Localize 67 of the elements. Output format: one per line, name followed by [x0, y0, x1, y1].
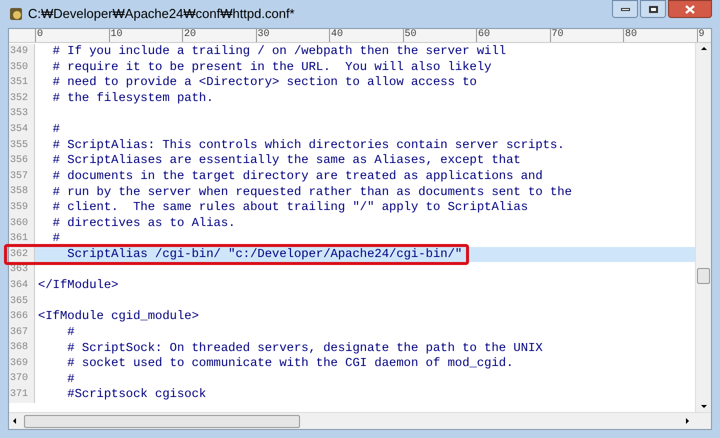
maximize-button[interactable] — [640, 0, 666, 18]
code-line: ScriptAlias /cgi-bin/ "c:/Developer/Apache24/cgi-bin/" — [66, 247, 462, 262]
code-line: # socket used to communicate with the CGI daemon of mod_cgid. — [66, 356, 514, 372]
minimize-icon — [620, 8, 630, 10]
code-line: </IfModule> — [38, 278, 118, 294]
ruler-label: 0 — [35, 29, 108, 42]
maximize-icon — [648, 6, 658, 12]
vertical-scrollbar[interactable] — [695, 43, 711, 412]
line-number: 353 — [9, 106, 35, 122]
code-line: # — [66, 372, 75, 387]
scrollbar-thumb[interactable] — [697, 268, 710, 284]
ruler-label: 50 — [402, 29, 476, 42]
code-line: # client. The same rules about trailing "/" apply to ScriptAlias — [52, 200, 528, 216]
ruler-label: 80 — [623, 29, 696, 42]
horizontal-scrollbar[interactable] — [9, 412, 711, 429]
line-number: 349 — [9, 44, 35, 60]
code-line: # — [52, 231, 60, 246]
close-button[interactable] — [668, 0, 712, 18]
code-line: #Scriptsock cgisock — [66, 387, 206, 402]
line-number: 371 — [9, 387, 35, 403]
line-number: 350 — [9, 60, 35, 76]
code-line: # ScriptAlias: This controls which directories contain server scripts. — [52, 138, 565, 153]
line-number: 370 — [9, 371, 35, 388]
ruler-label: 60 — [476, 29, 550, 42]
ruler-label: 40 — [329, 29, 402, 42]
scrollbar-thumb[interactable] — [24, 414, 300, 428]
line-number: 352 — [9, 90, 35, 106]
line-number: 354 — [9, 122, 35, 138]
close-icon — [685, 4, 695, 14]
code-line: # require it to be present in the URL. You will also likely — [52, 60, 492, 75]
code-line: # run by the server when requested rather than as documents sent to the — [52, 184, 572, 200]
code-line: # directives as to Alias. — [52, 216, 236, 231]
code-line: # the filesystem path. — [52, 91, 214, 106]
line-number: 362 — [9, 246, 35, 262]
line-number: 351 — [9, 75, 35, 91]
line-number: 365 — [9, 294, 35, 310]
code-line: # need to provide a <Directory> section to allow access to — [52, 75, 477, 90]
code-line: # ScriptAliases are essentially the same as Aliases, except that — [52, 153, 521, 168]
code-line: <IfModule cgid_module> — [38, 309, 199, 324]
line-number: 368 — [9, 340, 35, 356]
ruler-label: 10 — [108, 29, 182, 42]
code-line: # documents in the target directory are treated as applications and — [52, 169, 543, 184]
document-icon — [8, 6, 24, 22]
line-number: 356 — [9, 153, 35, 169]
window-title: C:₩Developer₩Apache24₩conf₩httpd.conf* — [28, 5, 295, 24]
line-number: 364 — [9, 278, 35, 294]
minimize-button[interactable] — [612, 0, 638, 18]
code-line: # — [66, 324, 75, 340]
code-line: # — [52, 122, 60, 138]
scroll-right-icon[interactable] — [686, 418, 689, 424]
line-number: 355 — [9, 138, 35, 154]
ruler-label: 20 — [182, 29, 256, 42]
scroll-down-icon[interactable] — [700, 405, 706, 408]
line-number: 357 — [9, 168, 35, 184]
line-number: 367 — [9, 324, 35, 340]
line-number: 369 — [9, 356, 35, 372]
ruler-label: 30 — [256, 29, 329, 42]
line-number: 359 — [9, 200, 35, 216]
ruler-label: 9 — [696, 29, 720, 42]
code-line: # ScriptSock: On threaded servers, designate the path to the UNIX — [66, 340, 543, 356]
scroll-left-icon[interactable] — [13, 418, 16, 424]
scroll-up-icon[interactable] — [700, 47, 706, 50]
line-number: 358 — [9, 184, 35, 200]
ruler-label: 70 — [550, 29, 623, 42]
code-line: # If you include a trailing / on /webpath then the server will — [52, 44, 506, 60]
line-number: 366 — [9, 309, 35, 325]
line-number: 360 — [9, 216, 35, 232]
